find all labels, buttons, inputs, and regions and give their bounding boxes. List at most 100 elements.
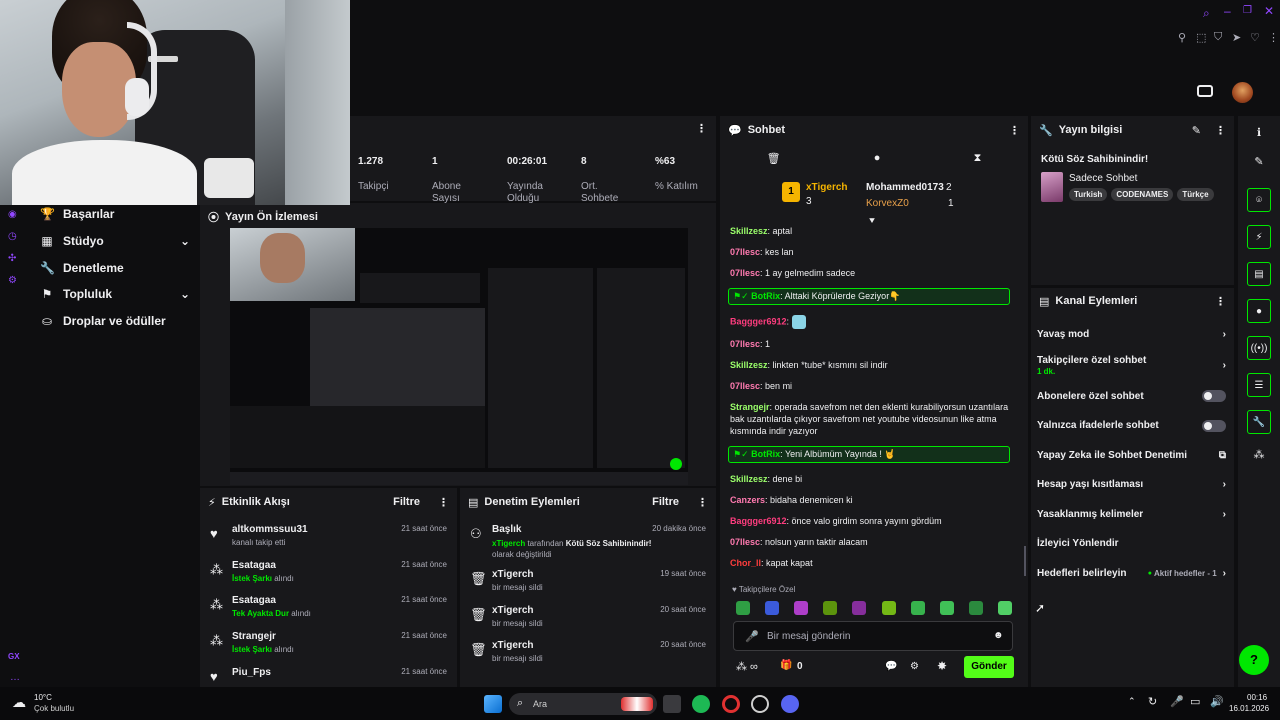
nav-item-studio[interactable]: ▦ Stüdyo ⌄	[0, 228, 200, 255]
action-raid[interactable]: İzleyici Yönlendir	[1031, 529, 1234, 559]
chat-dots-icon[interactable]: ●	[874, 152, 881, 164]
activity-user[interactable]: Esatagaa	[232, 560, 401, 571]
activity-user[interactable]: Piu_Fps	[232, 667, 401, 678]
emote-icon[interactable]	[736, 601, 750, 615]
maximize-icon[interactable]: ❐	[1243, 5, 1252, 16]
emote-icon[interactable]	[852, 601, 867, 615]
more-icon[interactable]: …	[10, 672, 20, 683]
channel-actions-more-icon[interactable]: ⋮	[1215, 295, 1226, 308]
channel-points-icon[interactable]: ⁂ ∞	[736, 660, 758, 673]
mic-icon[interactable]: 🎤	[1170, 695, 1184, 708]
stream-preview-video[interactable]	[230, 228, 688, 485]
volume-icon[interactable]: 🔊	[1210, 695, 1224, 708]
ad-icon[interactable]	[1197, 85, 1213, 97]
emote-icon[interactable]	[968, 601, 983, 615]
points-icon[interactable]: ⁂	[1238, 434, 1280, 461]
task-view-icon[interactable]	[663, 695, 681, 713]
chat-username[interactable]: BotRix	[751, 449, 780, 459]
chat-username[interactable]: Strangejr	[730, 402, 770, 412]
gift-icon[interactable]: 🎁	[780, 660, 792, 671]
avatar[interactable]	[1232, 82, 1253, 103]
send-icon[interactable]: ➤	[1232, 31, 1241, 44]
emote-icon[interactable]	[939, 601, 954, 615]
document-icon[interactable]: ▤	[1247, 262, 1271, 286]
chat-username[interactable]: 07llesc	[730, 537, 760, 547]
mod-item-title[interactable]: xTigerch	[492, 640, 660, 651]
chat-more-icon[interactable]: ⋮	[1009, 124, 1020, 137]
tag[interactable]: CODENAMES	[1111, 188, 1174, 201]
action-followers-only[interactable]: Takipçilere özel sohbet 1 dk. ›	[1031, 350, 1234, 382]
info-icon[interactable]: ℹ	[1238, 116, 1280, 139]
chat-input-box[interactable]: 🎤 Bir mesaj gönderin ☻	[733, 621, 1013, 651]
help-icon[interactable]: ?	[1239, 645, 1269, 675]
chat-username[interactable]: Skillzesz	[730, 226, 768, 236]
trash-icon[interactable]: 🗑	[767, 152, 781, 165]
chat-username[interactable]: Baggger6912	[730, 316, 787, 326]
chat-username[interactable]: Skillzesz	[730, 360, 768, 370]
leader-first-name[interactable]: xTigerch	[806, 182, 848, 193]
mod-user[interactable]: xTigerch	[492, 539, 525, 548]
emote-icon[interactable]	[997, 601, 1012, 615]
mod-item-title[interactable]: xTigerch	[492, 605, 660, 616]
tray-chevron-icon[interactable]: ⌃	[1128, 696, 1136, 707]
chat-username[interactable]: Skillzesz	[730, 474, 768, 484]
pencil-icon[interactable]: ✎	[1238, 139, 1280, 168]
chat-settings-bubble-icon[interactable]: 💬	[885, 661, 897, 672]
activity-user[interactable]: Strangejr	[232, 631, 401, 642]
sync-icon[interactable]: ↻	[1148, 695, 1157, 708]
chat-username[interactable]: Baggger6912	[730, 516, 787, 526]
action-account-age[interactable]: Hesap yaşı kısıtlaması ›	[1031, 470, 1234, 500]
category-thumbnail[interactable]	[1041, 172, 1063, 202]
chat-input[interactable]: Bir mesaj gönderin	[767, 631, 850, 642]
chat-bubble-icon[interactable]: ●	[1247, 299, 1271, 323]
pin-icon[interactable]: ⚲	[1178, 31, 1186, 44]
menu-icon[interactable]: ⋮	[1268, 31, 1279, 44]
emote-icon[interactable]	[910, 601, 925, 615]
emote-only-toggle[interactable]	[1202, 419, 1226, 432]
discord-icon[interactable]	[781, 695, 799, 713]
spotify-icon[interactable]	[692, 695, 710, 713]
network-icon[interactable]: ▭	[1190, 695, 1200, 708]
shield-icon[interactable]: ⛉	[1214, 31, 1222, 44]
action-ai-moderation[interactable]: Yapay Zeka ile Sohbet Denetimi ⧉	[1031, 441, 1234, 471]
chat-username[interactable]: 07llesc	[730, 268, 760, 278]
clock-date[interactable]: 16.01.2026	[1229, 704, 1269, 713]
taskbar-search[interactable]: ⌕ Ara	[509, 693, 657, 715]
screenshot-icon[interactable]: ⬚	[1196, 31, 1206, 44]
windows-start-icon[interactable]	[484, 695, 502, 713]
mod-filter-button[interactable]: Filtre	[652, 496, 679, 508]
steam-icon[interactable]	[751, 695, 769, 713]
chat-username[interactable]: BotRix	[751, 291, 780, 301]
wrench-icon[interactable]: 🔧	[1247, 410, 1271, 434]
subscribers-only-toggle[interactable]	[1202, 390, 1226, 403]
chat-username[interactable]: 07llesc	[730, 247, 760, 257]
action-slow-mode[interactable]: Yavaş mod ›	[1031, 320, 1234, 350]
chat-username[interactable]: Chor_ll	[730, 558, 761, 568]
nav-item-drops[interactable]: ⛀ Droplar ve ödüller	[0, 308, 200, 335]
hourglass-icon[interactable]: ⧗	[974, 152, 982, 165]
stream-info-more-icon[interactable]: ⋮	[1215, 124, 1226, 137]
heart-icon[interactable]: ♡	[1250, 31, 1260, 44]
nav-item-moderation[interactable]: 🔧 Denetleme	[0, 254, 200, 281]
broadcast-icon[interactable]: ((•))	[1247, 336, 1271, 360]
mod-more-icon[interactable]: ⋮	[697, 496, 708, 509]
opera-gx-icon[interactable]	[722, 695, 740, 713]
leader-third-name[interactable]: KorvexZ0	[866, 198, 909, 209]
send-button[interactable]: Gönder	[964, 656, 1014, 678]
activity-user[interactable]: Esatagaa	[232, 595, 401, 606]
gear-icon[interactable]: ⚙	[910, 661, 919, 672]
category-name[interactable]: Sadece Sohbet	[1069, 173, 1137, 184]
tag[interactable]: Turkish	[1069, 188, 1108, 201]
chat-username[interactable]: 07llesc	[730, 381, 760, 391]
nav-item-community[interactable]: ⚑ Topluluk ⌄	[0, 281, 200, 308]
minimize-icon[interactable]: –	[1224, 4, 1231, 18]
emote-icon[interactable]	[794, 601, 809, 615]
edit-icon[interactable]: ✎	[1192, 124, 1201, 137]
action-banned-words[interactable]: Yasaklanmış kelimeler ›	[1031, 500, 1234, 530]
tag[interactable]: Türkçe	[1177, 188, 1214, 201]
activity-user[interactable]: altkommssuu31	[232, 524, 401, 535]
badge-icon[interactable]: ✸	[937, 659, 947, 673]
close-icon[interactable]: ✕	[1264, 4, 1274, 18]
chat-username[interactable]: Canzers	[730, 495, 765, 505]
action-goals[interactable]: Hedefleri belirleyin ● Aktif hedefler - …	[1031, 559, 1234, 589]
